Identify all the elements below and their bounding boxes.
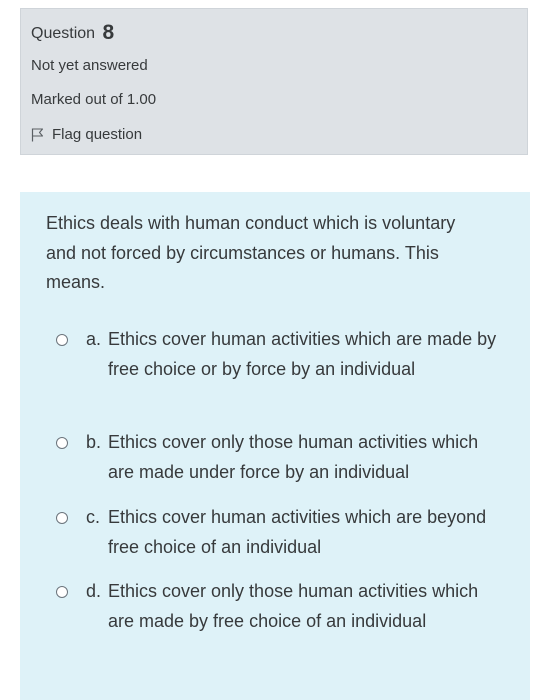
answer-option-b[interactable]: b. Ethics cover only those human activit…	[56, 428, 506, 487]
question-grade: Marked out of 1.00	[31, 91, 157, 108]
radio-unchecked-icon[interactable]	[56, 437, 68, 449]
answer-text: Ethics cover human activities which are …	[108, 507, 487, 557]
answer-letter: a.	[86, 329, 102, 349]
radio-unchecked-icon[interactable]	[56, 512, 68, 524]
question-info-panel: Question 8 Not yet answered Marked out o…	[20, 8, 528, 155]
answer-letter: c.	[86, 507, 101, 527]
radio-unchecked-icon[interactable]	[56, 586, 68, 598]
radio-unchecked-icon[interactable]	[56, 334, 68, 346]
answer-text: Ethics cover human activities which are …	[108, 329, 497, 379]
answer-option-c[interactable]: c. Ethics cover human activities which a…	[56, 503, 506, 562]
question-content-panel: Ethics deals with human conduct which is…	[20, 192, 530, 700]
answer-letter: b.	[86, 432, 102, 452]
flag-question-label: Flag question	[52, 126, 143, 143]
answer-option-a[interactable]: a. Ethics cover human activities which a…	[56, 325, 506, 384]
answer-letter: d.	[86, 581, 102, 601]
question-label: Question	[31, 25, 96, 42]
question-state: Not yet answered	[31, 57, 148, 74]
flag-icon	[31, 127, 44, 142]
question-text: Ethics deals with human conduct which is…	[46, 213, 456, 292]
flag-question-button[interactable]: Flag question	[31, 126, 142, 143]
answer-option-d[interactable]: d. Ethics cover only those human activit…	[56, 577, 506, 636]
question-number: 8	[102, 21, 115, 44]
question-heading: Question 8	[31, 21, 114, 45]
answer-text: Ethics cover only those human activities…	[108, 432, 479, 482]
answer-text: Ethics cover only those human activities…	[108, 581, 479, 631]
